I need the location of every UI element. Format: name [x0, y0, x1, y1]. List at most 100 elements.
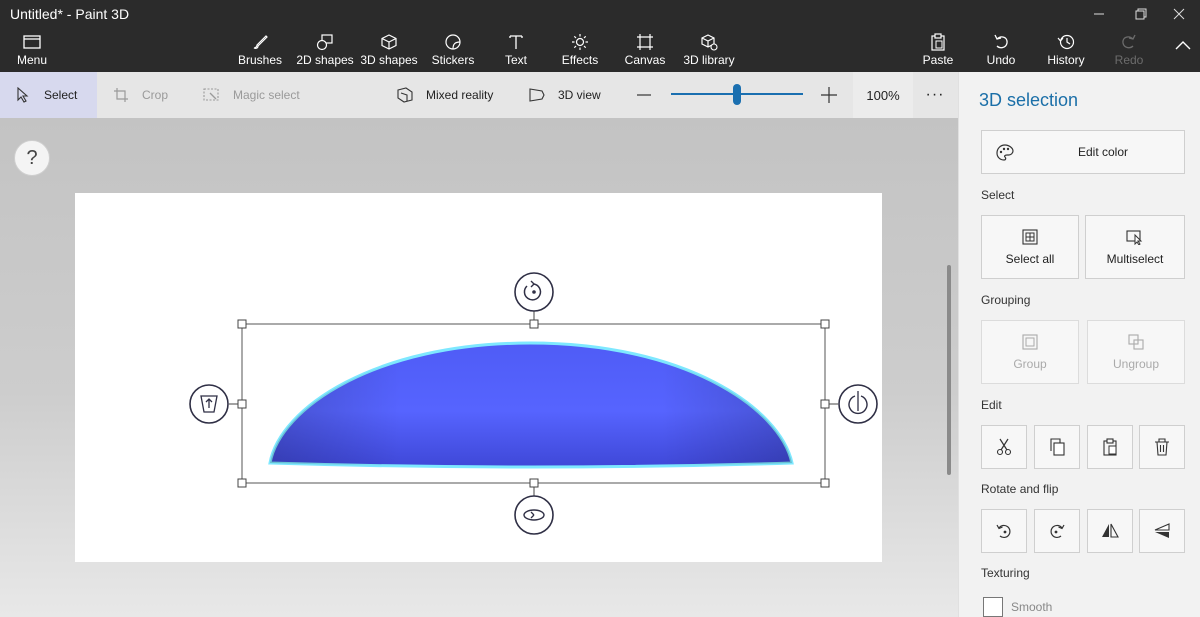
undo-button[interactable]: Undo — [984, 32, 1018, 72]
edit-heading: Edit — [981, 398, 1002, 412]
zoom-slider-thumb[interactable] — [733, 84, 741, 105]
resize-handle[interactable] — [820, 399, 830, 409]
crop-label: Crop — [142, 88, 169, 102]
sun-icon — [569, 32, 591, 52]
help-button[interactable]: ? — [14, 140, 50, 176]
2d-shapes-icon — [314, 32, 336, 52]
redo-label: Redo — [1114, 53, 1144, 67]
ungroup-icon — [1127, 333, 1145, 351]
copy-icon — [1050, 438, 1065, 456]
edit-color-button[interactable]: Edit color — [981, 130, 1185, 174]
mixed-reality-icon — [396, 86, 414, 104]
3d-view-button[interactable]: 3D view — [528, 72, 601, 118]
edit-color-label: Edit color — [1077, 145, 1129, 159]
3d-object-view — [189, 272, 878, 535]
rotate-right-button[interactable] — [1034, 509, 1080, 553]
resize-handle[interactable] — [237, 478, 247, 488]
zoom-in-button[interactable] — [820, 72, 838, 118]
tool-label: Canvas — [624, 53, 666, 67]
3d-library-icon — [698, 32, 720, 52]
rotate-y-handle[interactable] — [514, 495, 554, 535]
cursor-icon — [14, 86, 32, 104]
canvas-icon — [634, 32, 656, 52]
resize-handle[interactable] — [237, 399, 247, 409]
crop-icon — [112, 86, 130, 104]
tool-stickers[interactable]: Stickers — [431, 32, 475, 72]
rotate-left-button[interactable] — [981, 509, 1027, 553]
redo-icon — [1118, 32, 1140, 52]
crop-button[interactable]: Crop — [112, 72, 168, 118]
resize-handle[interactable] — [820, 319, 830, 329]
smooth-checkbox[interactable] — [983, 597, 1003, 617]
paste-button[interactable]: Paste — [920, 32, 956, 72]
close-icon — [1173, 8, 1185, 20]
3d-view-icon — [528, 86, 546, 104]
zoom-slider[interactable] — [670, 72, 804, 118]
tool-label: 2D shapes — [296, 53, 354, 67]
resize-handle[interactable] — [237, 319, 247, 329]
undo-icon — [990, 32, 1012, 52]
ungroup-button[interactable]: Ungroup — [1087, 320, 1185, 384]
magic-select-button[interactable]: Magic select — [203, 72, 300, 118]
chevron-up-icon — [1175, 41, 1191, 50]
select-all-button[interactable]: Select all — [981, 215, 1079, 279]
smooth-label: Smooth — [1011, 600, 1053, 614]
tool-label: Stickers — [431, 53, 475, 67]
resize-handle[interactable] — [529, 319, 539, 329]
tool-brushes[interactable]: Brushes — [238, 32, 282, 72]
sticker-icon — [442, 32, 464, 52]
rotate-z-handle[interactable] — [514, 272, 554, 312]
close-button[interactable] — [1156, 0, 1200, 28]
group-button[interactable]: Group — [981, 320, 1079, 384]
select-all-icon — [1021, 228, 1039, 246]
select-tool-button[interactable]: Select — [0, 72, 97, 118]
tool-canvas[interactable]: Canvas — [624, 32, 666, 72]
brush-icon — [249, 32, 271, 52]
flip-vertical-button[interactable] — [1139, 509, 1185, 553]
delete-button[interactable] — [1139, 425, 1185, 469]
flip-horizontal-button[interactable] — [1087, 509, 1133, 553]
tool-label: Brushes — [237, 53, 283, 67]
tool-3d-library[interactable]: 3D library — [682, 32, 736, 72]
panel-title: 3D selection — [979, 90, 1079, 110]
cut-button[interactable] — [981, 425, 1027, 469]
3d-selection-panel: 3D selection Edit color Select Select al… — [958, 72, 1200, 617]
multiselect-button[interactable]: Multiselect — [1085, 215, 1185, 279]
paste-label: Paste — [922, 53, 954, 67]
history-label: History — [1047, 53, 1085, 67]
multiselect-icon — [1126, 228, 1144, 246]
redo-button[interactable]: Redo — [1112, 32, 1146, 72]
minimize-icon — [1094, 13, 1104, 15]
resize-handle[interactable] — [529, 478, 539, 488]
history-button[interactable]: History — [1045, 32, 1087, 72]
select-label: Select — [44, 88, 78, 102]
more-options-button[interactable]: ··· — [922, 72, 948, 118]
resize-handle[interactable] — [820, 478, 830, 488]
tool-3d-shapes[interactable]: 3D shapes — [360, 32, 418, 72]
minimize-button[interactable] — [1076, 0, 1122, 28]
vertical-scrollbar[interactable] — [947, 265, 951, 475]
paste-panel-button[interactable] — [1087, 425, 1133, 469]
rotate-left-icon — [996, 524, 1011, 539]
tool-2d-shapes[interactable]: 2D shapes — [296, 32, 354, 72]
tool-effects[interactable]: Effects — [559, 32, 601, 72]
zoom-out-button[interactable] — [636, 72, 652, 118]
magic-select-icon — [203, 86, 221, 104]
rotate-x-handle[interactable] — [838, 384, 878, 424]
ungroup-label: Ungroup — [1112, 357, 1160, 371]
magic-select-label: Magic select — [233, 88, 300, 102]
plus-icon — [821, 87, 837, 103]
copy-button[interactable] — [1034, 425, 1080, 469]
3d-dome-object[interactable] — [268, 341, 794, 469]
grouping-heading: Grouping — [981, 293, 1031, 307]
canvas[interactable] — [75, 193, 882, 562]
zoom-value[interactable]: 100% — [853, 72, 913, 118]
mixed-reality-button[interactable]: Mixed reality — [396, 72, 493, 118]
window-title: Untitled* - Paint 3D — [10, 6, 130, 22]
minus-icon — [637, 94, 651, 96]
menu-button[interactable]: Menu — [14, 32, 50, 72]
zoom-slider-track — [671, 84, 803, 105]
tool-text[interactable]: Text — [498, 32, 534, 72]
menu-label: Menu — [16, 53, 48, 67]
depth-handle[interactable] — [189, 384, 229, 424]
